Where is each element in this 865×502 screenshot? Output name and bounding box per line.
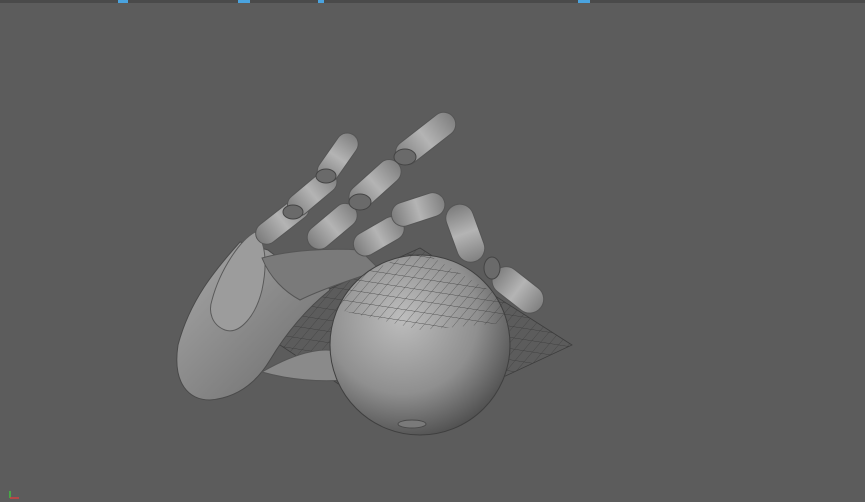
3d-viewport[interactable] (0, 0, 865, 502)
scene-render[interactable] (0, 0, 865, 502)
axis-gizmo-icon (9, 491, 19, 499)
